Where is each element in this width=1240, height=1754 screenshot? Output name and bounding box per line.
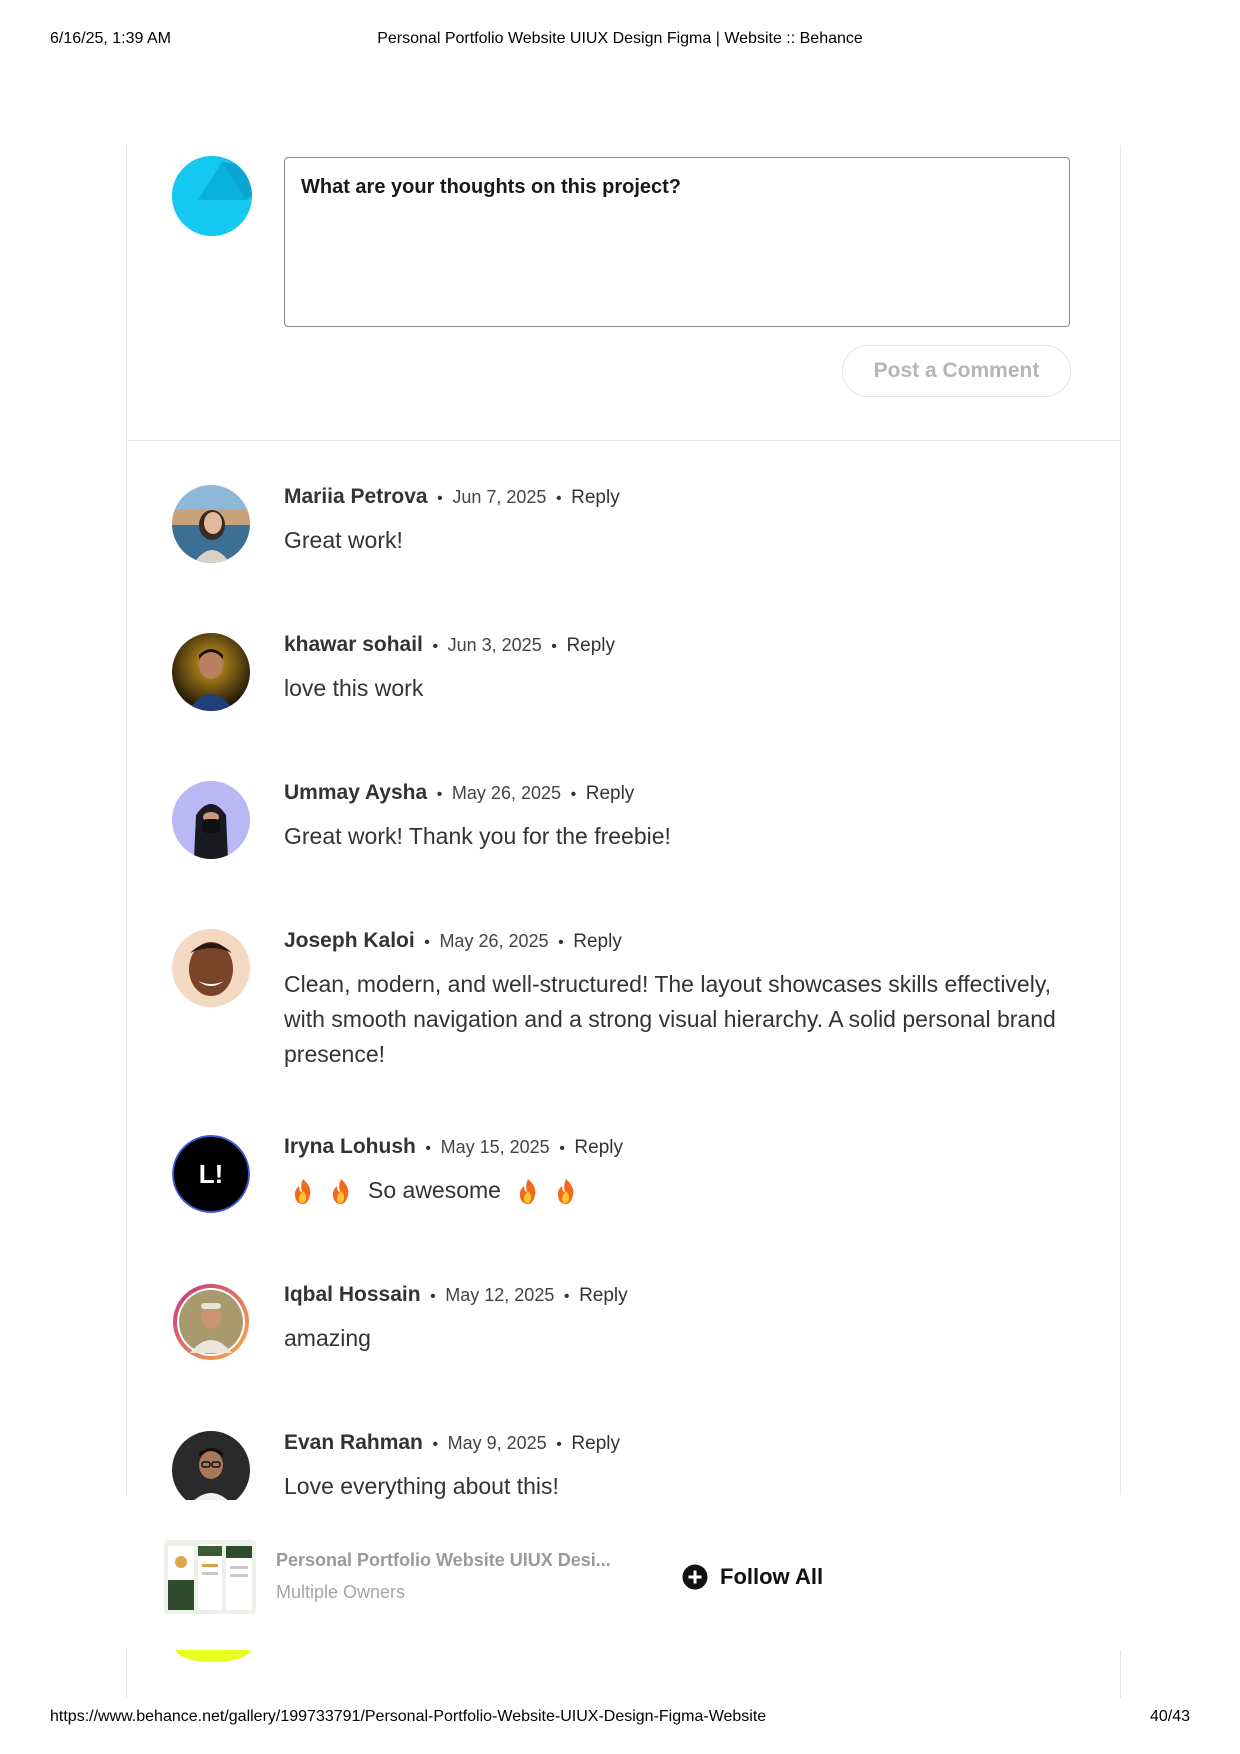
- comment-author[interactable]: khawar sohail: [284, 633, 423, 656]
- comment-date: Jun 7, 2025: [452, 487, 547, 507]
- comment-text: Love everything about this!: [284, 1473, 559, 1499]
- comment-date: May 12, 2025: [445, 1285, 555, 1305]
- comment-author[interactable]: Joseph Kaloi: [284, 929, 415, 952]
- sticky-project-bar: [126, 1500, 1121, 1650]
- follow-all-button[interactable]: Follow All: [682, 1562, 823, 1592]
- print-page-title: Personal Portfolio Website UIUX Design F…: [377, 30, 863, 47]
- avatar[interactable]: [172, 1283, 250, 1361]
- reply-link[interactable]: Reply: [571, 1433, 620, 1454]
- fire-emoji-icon: [557, 1178, 574, 1204]
- divider: [126, 440, 1121, 441]
- avatar[interactable]: [172, 929, 250, 1007]
- separator: •: [563, 1288, 570, 1305]
- print-header: 6/16/25, 1:39 AM Personal Portfolio Webs…: [50, 30, 1190, 50]
- fire-emoji-icon: [294, 1178, 311, 1204]
- comment-text: amazing: [284, 1325, 371, 1351]
- avatar[interactable]: [172, 781, 250, 859]
- comment-text: Clean, modern, and well-structured! The …: [284, 971, 1056, 1067]
- follow-all-label: Follow All: [720, 1564, 824, 1589]
- comment-meta: Ummay Aysha • May 26, 2025 • Reply: [284, 781, 634, 807]
- separator: •: [432, 638, 439, 655]
- comment-date: May 26, 2025: [451, 783, 561, 803]
- reply-link[interactable]: Reply: [573, 931, 622, 952]
- avatar[interactable]: [172, 1431, 250, 1509]
- separator: •: [551, 638, 557, 655]
- comment-date: May 15, 2025: [440, 1137, 550, 1157]
- comment-author[interactable]: Evan Rahman: [284, 1431, 423, 1454]
- comment-text-row: So awesome: [284, 1173, 1084, 1208]
- separator: •: [425, 1140, 432, 1157]
- comment-meta: Iryna Lohush • May 15, 2025 • Reply: [284, 1135, 623, 1161]
- separator: •: [424, 934, 430, 951]
- separator: •: [556, 1436, 562, 1453]
- fire-emoji-icon: [332, 1178, 349, 1204]
- card-border: [126, 145, 127, 1495]
- reply-link[interactable]: Reply: [586, 783, 635, 804]
- comment-date: May 9, 2025: [447, 1433, 547, 1453]
- comment-input[interactable]: What are your thoughts on this project?: [284, 157, 1070, 327]
- card-border: [1120, 145, 1121, 1495]
- comment-meta: Mariia Petrova • Jun 7, 2025 • Reply: [284, 485, 620, 511]
- comment-text: love this work: [284, 675, 424, 701]
- separator: •: [570, 786, 577, 803]
- comment-input-placeholder: What are your thoughts on this project?: [301, 176, 681, 198]
- print-url: https://www.behance.net/gallery/19973379…: [50, 1708, 767, 1725]
- fire-emoji-icon: [519, 1178, 536, 1204]
- comment-author[interactable]: Mariia Petrova: [284, 485, 428, 508]
- avatar[interactable]: [172, 485, 250, 563]
- comment-meta: khawar sohail • Jun 3, 2025 • Reply: [284, 633, 615, 659]
- comment-meta: Joseph Kaloi • May 26, 2025 • Reply: [284, 929, 622, 955]
- project-title[interactable]: Personal Portfolio Website UIUX Desi...: [276, 1550, 611, 1571]
- separator: •: [559, 1140, 565, 1157]
- separator: •: [558, 934, 564, 951]
- project-thumbnail[interactable]: [164, 1540, 256, 1614]
- comment-text: Great work! Thank you for the freebie!: [284, 823, 671, 849]
- comment-meta: Iqbal Hossain • May 12, 2025 • Reply: [284, 1283, 628, 1309]
- reply-link[interactable]: Reply: [579, 1285, 628, 1306]
- project-owners[interactable]: Multiple Owners: [276, 1582, 405, 1603]
- separator: •: [430, 1288, 436, 1305]
- reply-link[interactable]: Reply: [574, 1137, 623, 1158]
- separator: •: [432, 1436, 439, 1453]
- avatar: [176, 1650, 250, 1662]
- comment-date: May 26, 2025: [439, 931, 549, 951]
- comment-text: Great work!: [284, 527, 403, 553]
- comment-author[interactable]: Iqbal Hossain: [284, 1283, 421, 1306]
- separator: •: [555, 490, 562, 507]
- current-user-avatar[interactable]: [172, 156, 252, 236]
- comment-text: So awesome: [368, 1177, 501, 1203]
- post-comment-button[interactable]: Post a Comment: [842, 345, 1071, 397]
- plus-circle-icon: [682, 1564, 708, 1590]
- reply-link[interactable]: Reply: [571, 487, 620, 508]
- user-avatar-graphic: [172, 156, 252, 236]
- comment-author[interactable]: Ummay Aysha: [284, 781, 427, 804]
- avatar[interactable]: [172, 633, 250, 711]
- card-border: [1120, 1650, 1121, 1698]
- separator: •: [437, 490, 443, 507]
- reply-link[interactable]: Reply: [566, 635, 615, 656]
- comment-meta: Evan Rahman • May 9, 2025 • Reply: [284, 1431, 620, 1457]
- card-border: [126, 1650, 127, 1698]
- avatar-logo-text: L!: [199, 1159, 224, 1189]
- comment-author[interactable]: Iryna Lohush: [284, 1135, 416, 1158]
- comment-date: Jun 3, 2025: [447, 635, 542, 655]
- print-page-number: 40/43: [1149, 1708, 1190, 1725]
- avatar[interactable]: L!: [172, 1135, 250, 1213]
- print-footer: https://www.behance.net/gallery/19973379…: [50, 1708, 1190, 1728]
- separator: •: [436, 786, 443, 803]
